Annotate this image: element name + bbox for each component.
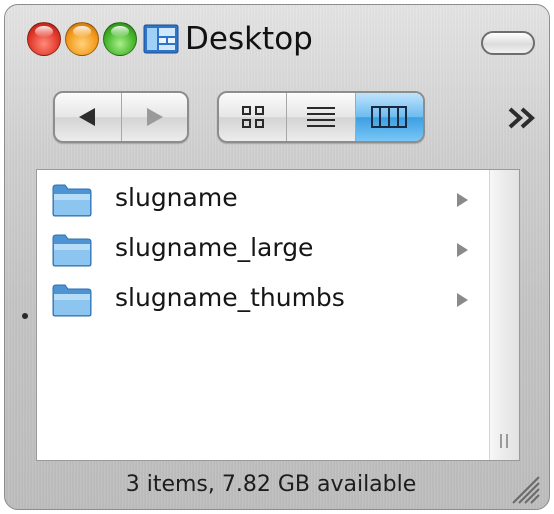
forward-button[interactable] bbox=[122, 93, 188, 141]
close-button[interactable] bbox=[27, 22, 61, 56]
minimize-button[interactable] bbox=[65, 22, 99, 56]
columns-icon bbox=[371, 106, 408, 128]
zoom-button[interactable] bbox=[103, 22, 137, 56]
file-name: slugname_large bbox=[115, 233, 314, 262]
window-title: Desktop bbox=[185, 21, 313, 57]
toolbar-overflow-button[interactable] bbox=[503, 103, 543, 133]
disclosure-arrow-icon bbox=[457, 193, 468, 207]
icon-grid-icon bbox=[241, 106, 264, 128]
disclosure-arrow-icon bbox=[457, 243, 468, 257]
back-button[interactable] bbox=[55, 93, 122, 141]
list-view-button[interactable] bbox=[287, 93, 356, 141]
window-edge-dot bbox=[22, 313, 28, 319]
list-item[interactable]: slugname_thumbs bbox=[37, 274, 489, 324]
column-scrollbar[interactable] bbox=[489, 170, 519, 460]
folder-icon bbox=[52, 184, 92, 217]
status-bar-text: 3 items, 7.82 GB available bbox=[125, 472, 417, 497]
list-item[interactable]: slugname bbox=[37, 174, 489, 224]
toolbar-toggle-button[interactable] bbox=[481, 31, 535, 55]
resize-grip-icon[interactable] bbox=[505, 469, 541, 505]
column-view-button[interactable] bbox=[355, 93, 423, 141]
view-mode-control bbox=[217, 91, 425, 143]
list-item[interactable]: slugname_large bbox=[37, 224, 489, 274]
forward-arrow-icon bbox=[147, 108, 164, 126]
file-column: slugname slugname_large slugname_thumbs bbox=[37, 170, 489, 460]
disclosure-arrow-icon bbox=[457, 293, 468, 307]
back-arrow-icon bbox=[78, 108, 95, 126]
column-resize-handle[interactable] bbox=[500, 434, 508, 448]
icon-view-button[interactable] bbox=[219, 93, 288, 141]
list-lines-icon bbox=[306, 107, 335, 127]
folder-icon bbox=[52, 234, 92, 267]
folder-window-icon[interactable] bbox=[143, 24, 179, 54]
back-forward-control bbox=[53, 91, 189, 143]
finder-window: Desktop slugname slugname_large slugname… bbox=[4, 4, 550, 510]
file-name: slugname bbox=[115, 183, 238, 212]
folder-icon bbox=[52, 284, 92, 317]
column-browser: slugname slugname_large slugname_thumbs bbox=[36, 169, 520, 461]
double-chevron-icon bbox=[508, 107, 535, 129]
file-name: slugname_thumbs bbox=[115, 283, 345, 312]
